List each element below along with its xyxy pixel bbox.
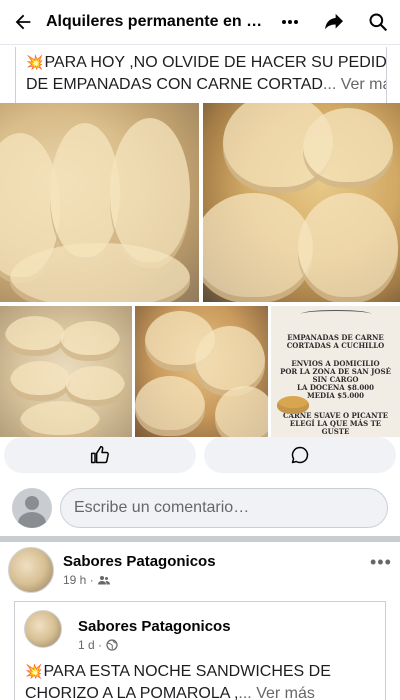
shared-text-line-1: 💥PARA ESTA NOCHE SANDWICHES DE: [25, 660, 377, 683]
flyer-line: CORTADAS A CUCHILLO: [286, 341, 385, 350]
page-avatar[interactable]: [8, 547, 54, 593]
shared-time[interactable]: 1 d ·: [78, 638, 102, 652]
photo-empanadas-2[interactable]: [203, 103, 400, 302]
share-arrow-icon: [325, 13, 343, 30]
shared-text: 💥PARA ESTA NOCHE SANDWICHES DE CHORIZO A…: [25, 660, 377, 700]
page-title: Alquileres permanente en E...: [46, 13, 268, 30]
post-text-line-2: DE EMPANADAS CON CARNE CORTAD... Ver más: [26, 74, 386, 96]
shared-page-avatar[interactable]: [24, 610, 62, 648]
post2-more-button[interactable]: •••: [370, 552, 398, 572]
top-bar: Alquileres permanente en E...: [0, 0, 400, 45]
photo-empanadas-4[interactable]: [135, 306, 268, 437]
post2-time[interactable]: 19 h ·: [63, 573, 94, 587]
post2-header: Sabores Patagonicos 19 h · •••: [0, 542, 400, 598]
post-text-line-1-content: PARA HOY ,NO OLVIDE DE HACER SU PEDIDO,: [44, 54, 386, 71]
search-button[interactable]: [356, 0, 400, 45]
shared-text-line-1-content: PARA ESTA NOCHE SANDWICHES DE: [43, 663, 331, 680]
post2-author[interactable]: Sabores Patagonicos: [63, 553, 216, 570]
globe-icon: [106, 639, 118, 651]
photo-empanadas-3[interactable]: [0, 306, 132, 437]
empanada-illustration: [277, 396, 309, 414]
post2-meta: 19 h ·: [63, 573, 110, 587]
shared-meta: 1 d ·: [78, 638, 118, 652]
shared-author[interactable]: Sabores Patagonicos: [78, 618, 231, 635]
shared-see-more-link[interactable]: ... Ver más: [238, 685, 314, 700]
post-text-line-1: 💥PARA HOY ,NO OLVIDE DE HACER SU PEDIDO,: [26, 51, 386, 74]
thumbs-up-icon: [90, 445, 109, 464]
ellipsis-icon: [282, 20, 298, 24]
like-button[interactable]: [4, 437, 196, 473]
post-text-line-2-content: DE EMPANADAS CON CARNE CORTAD: [26, 76, 323, 93]
shared-text-line-2: CHORIZO A LA POMAROLA ,... Ver más: [25, 683, 377, 700]
comment-row: Escribe un comentario…: [0, 482, 400, 534]
photo-empanadas-1[interactable]: [0, 103, 199, 302]
see-more-link[interactable]: ... Ver más: [323, 76, 386, 93]
collision-emoji: 💥: [25, 663, 43, 679]
collision-emoji: 💥: [26, 54, 44, 70]
more-options-button[interactable]: [268, 0, 312, 45]
flyer-line: ELEGÍ LA QUE MÁS TE GUSTE: [289, 419, 382, 436]
shared-text-line-2-content: CHORIZO A LA POMAROLA ,: [25, 685, 239, 700]
photo-flyer[interactable]: EMPANADAS DE CARNE CORTADAS A CUCHILLO E…: [271, 306, 400, 437]
shared-post[interactable]: Sabores Patagonicos 1 d · 💥PARA ESTA NOC…: [14, 601, 386, 700]
post-actions: [0, 437, 400, 477]
flyer-content: EMPANADAS DE CARNE CORTADAS A CUCHILLO E…: [271, 306, 400, 437]
user-avatar: [12, 488, 52, 528]
post-text: 💥PARA HOY ,NO OLVIDE DE HACER SU PEDIDO,…: [15, 47, 387, 103]
back-arrow-icon: [15, 14, 31, 30]
search-icon: [369, 13, 388, 32]
comment-icon: [291, 446, 309, 464]
back-button[interactable]: [0, 0, 46, 45]
group-icon: [97, 576, 110, 585]
comment-button[interactable]: [204, 437, 396, 473]
share-button[interactable]: [312, 0, 356, 45]
comment-input[interactable]: Escribe un comentario…: [60, 488, 388, 528]
photo-grid: EMPANADAS DE CARNE CORTADAS A CUCHILLO E…: [0, 103, 400, 437]
